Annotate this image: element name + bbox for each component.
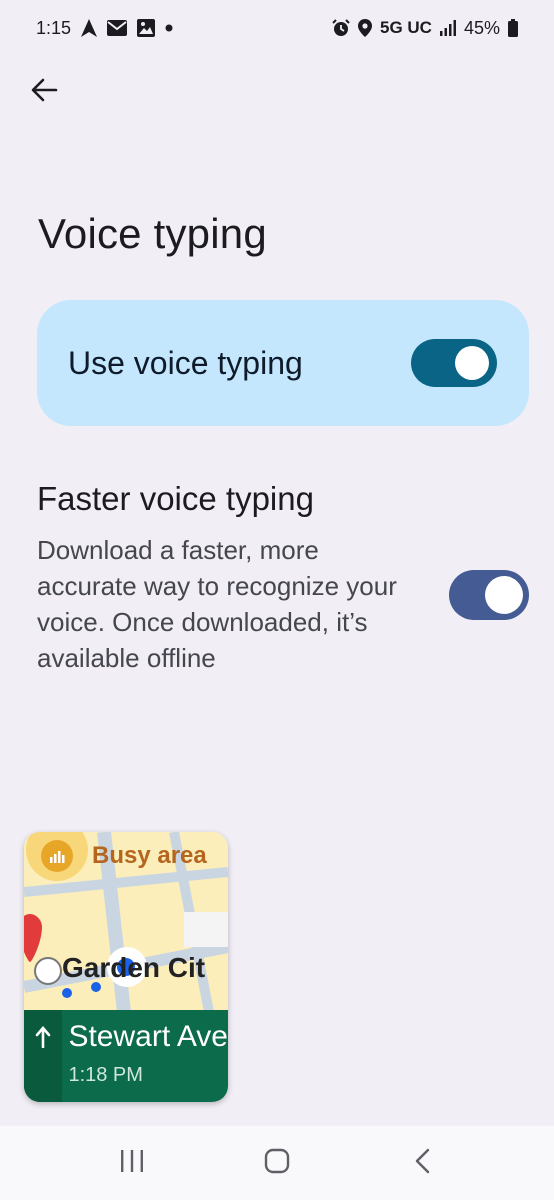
alarm-icon xyxy=(332,19,350,37)
busy-area-icon xyxy=(26,832,88,881)
home-icon xyxy=(264,1148,290,1179)
eta-time: 1:18 PM xyxy=(68,1064,143,1086)
recents-button[interactable] xyxy=(102,1133,162,1193)
map-place-label: Garden Cit xyxy=(62,952,206,983)
faster-voice-typing-switch[interactable] xyxy=(449,570,529,620)
status-left: 1:15 xyxy=(36,18,173,39)
battery-label: 45% xyxy=(463,17,500,38)
use-voice-typing-card[interactable]: Use voice typing xyxy=(37,300,529,426)
use-voice-typing-switch[interactable] xyxy=(411,339,497,387)
system-navigation-bar xyxy=(0,1126,554,1200)
back-button[interactable] xyxy=(22,70,66,114)
faster-voice-typing-description: Download a faster, more accurate way to … xyxy=(37,535,397,673)
back-nav-button[interactable] xyxy=(392,1133,452,1193)
status-right: 5G UC 45% xyxy=(332,18,518,39)
switch-knob xyxy=(455,346,489,380)
page-title: Voice typing xyxy=(38,210,267,257)
busy-area-badge: Busy area xyxy=(24,832,207,881)
recents-icon xyxy=(119,1149,145,1178)
navigation-arrow-icon xyxy=(81,19,98,37)
status-time: 1:15 xyxy=(36,17,72,38)
dot-icon xyxy=(165,24,173,32)
switch-knob xyxy=(485,576,523,614)
back-chevron-icon xyxy=(413,1148,431,1179)
battery-icon xyxy=(508,19,518,37)
direction-column xyxy=(24,1010,63,1102)
street-name: Stewart Ave xyxy=(68,1020,228,1053)
signal-icon xyxy=(439,20,456,36)
use-voice-typing-label: Use voice typing xyxy=(68,344,303,381)
status-bar: 1:15 5G UC 45% xyxy=(0,0,554,56)
navigation-pip-window[interactable]: Garden Cit Busy area Stewart Ave 1:18 PM xyxy=(24,832,228,1102)
faster-voice-typing-row[interactable]: Faster voice typing Download a faster, m… xyxy=(37,480,529,676)
home-button[interactable] xyxy=(247,1133,307,1193)
navigation-banner: Stewart Ave 1:18 PM xyxy=(24,1010,228,1102)
busy-area-label: Busy area xyxy=(92,842,207,869)
network-label: 5G UC xyxy=(380,18,432,37)
arrow-back-icon xyxy=(30,76,58,109)
faster-voice-typing-title: Faster voice typing xyxy=(37,480,314,517)
image-icon xyxy=(137,19,156,37)
location-pin-icon xyxy=(358,19,372,37)
mail-icon xyxy=(107,20,128,36)
arrow-up-icon xyxy=(35,1026,51,1053)
